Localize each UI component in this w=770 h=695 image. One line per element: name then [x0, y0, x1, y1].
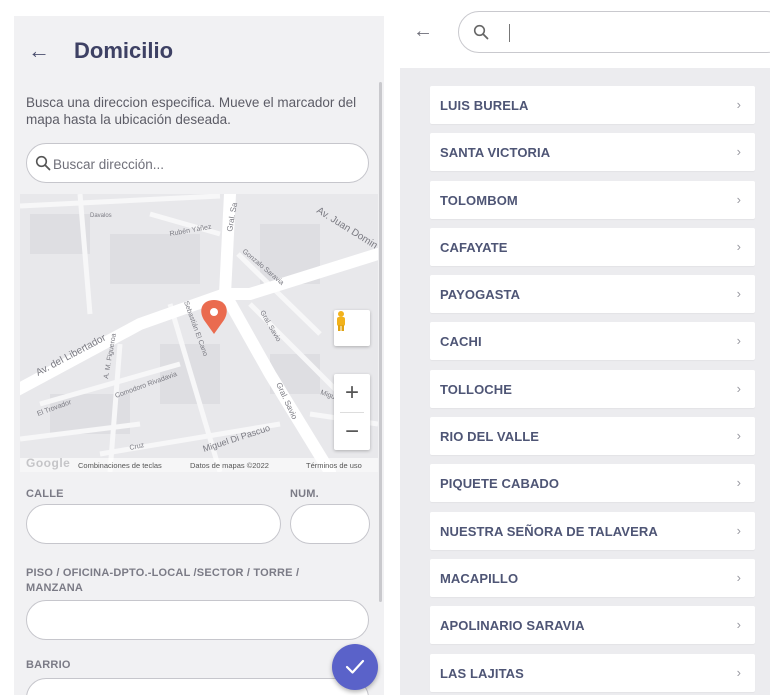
- list-item-label: SANTA VICTORIA: [440, 145, 551, 161]
- chevron-right-icon: ›: [736, 333, 741, 349]
- list-item[interactable]: PIQUETE CABADO ›: [430, 464, 755, 503]
- list-item[interactable]: PAYOGASTA ›: [430, 275, 755, 314]
- list-item-label: RIO DEL VALLE: [440, 429, 540, 445]
- list-item-label: PIQUETE CABADO: [440, 476, 560, 492]
- list-item-label: TOLOMBOM: [440, 192, 518, 208]
- chevron-right-icon: ›: [736, 428, 741, 444]
- map-view[interactable]: Av. del Libertador Av. Juan Domin Rubén …: [20, 194, 378, 472]
- map-roads: Av. del Libertador Av. Juan Domin Rubén …: [20, 194, 378, 472]
- map-attribution: Combinaciones de teclas Datos de mapas ©…: [20, 458, 378, 472]
- list-item[interactable]: CACHI ›: [430, 322, 755, 361]
- calle-input[interactable]: [26, 504, 281, 544]
- num-input[interactable]: [290, 504, 370, 544]
- list-item[interactable]: CAFAYATE ›: [430, 227, 755, 266]
- chevron-right-icon: ›: [736, 522, 741, 538]
- scrollbar[interactable]: [379, 82, 382, 602]
- list-item-label: LUIS BURELA: [440, 98, 529, 113]
- locality-list-panel: ← LUIS BURELA › SANTA VICTORIA › TOLOMBOM › CA…: [400, 0, 770, 695]
- list-item[interactable]: SANTA VICTORIA ›: [430, 133, 755, 172]
- piso-input[interactable]: [26, 600, 369, 640]
- street-view-button[interactable]: [334, 310, 370, 346]
- confirm-button[interactable]: [332, 644, 378, 690]
- keyboard-shortcuts-link[interactable]: Combinaciones de teclas: [78, 461, 162, 470]
- chevron-right-icon: ›: [736, 380, 741, 396]
- piso-label: PISO / OFICINA-DPTO.-LOCAL /SECTOR / TOR…: [26, 567, 300, 594]
- chevron-right-icon: ›: [736, 191, 741, 207]
- search-header: ←: [400, 0, 770, 68]
- list-item-label: LAS LAJITAS: [440, 665, 524, 681]
- list-item-label: APOLINARIO SARAVIA: [440, 618, 585, 634]
- search-icon: [473, 24, 489, 40]
- chevron-right-icon: ›: [736, 475, 741, 491]
- chevron-right-icon: ›: [736, 617, 741, 633]
- barrio-label: BARRIO: [26, 659, 71, 671]
- back-arrow-icon[interactable]: ←: [24, 36, 54, 66]
- check-icon: [345, 659, 365, 674]
- list-item-label: MACAPILLO: [440, 570, 519, 586]
- barrio-input[interactable]: [26, 678, 369, 695]
- list-item[interactable]: LUIS BURELA ›: [430, 86, 755, 124]
- locality-list: LUIS BURELA › SANTA VICTORIA › TOLOMBOM › CAFA…: [430, 86, 755, 695]
- list-item[interactable]: TOLLOCHE ›: [430, 369, 755, 408]
- calle-label: CALLE: [26, 488, 64, 500]
- list-item-label: CACHI: [440, 334, 482, 350]
- address-search-input[interactable]: [53, 152, 353, 176]
- street-view-icon: [337, 311, 345, 331]
- chevron-right-icon: ›: [736, 569, 741, 585]
- locality-search-field[interactable]: [458, 11, 770, 53]
- street-label: Davalos: [90, 213, 112, 219]
- chevron-right-icon: ›: [736, 97, 741, 112]
- list-item-label: PAYOGASTA: [440, 287, 521, 303]
- zoom-controls: + −: [334, 374, 370, 450]
- search-icon: [35, 155, 51, 171]
- map-data-text: Datos de mapas ©2022: [190, 461, 269, 470]
- list-item[interactable]: RIO DEL VALLE ›: [430, 417, 755, 456]
- back-arrow-icon[interactable]: ←: [410, 18, 436, 44]
- terms-link[interactable]: Términos de uso: [306, 461, 362, 470]
- chevron-right-icon: ›: [736, 664, 741, 680]
- num-label: NUM.: [290, 488, 319, 500]
- instructions-text: Busca una direccion especifica. Mueve el…: [26, 95, 357, 127]
- list-item[interactable]: TOLOMBOM ›: [430, 180, 755, 219]
- list-item[interactable]: LAS LAJITAS ›: [430, 653, 755, 692]
- page-title: Domicilio: [74, 38, 174, 63]
- list-item-label: TOLLOCHE: [440, 381, 513, 397]
- text-cursor: [509, 24, 510, 42]
- address-search-field[interactable]: [26, 143, 369, 183]
- list-item-label: CAFAYATE: [440, 239, 508, 255]
- chevron-right-icon: ›: [736, 286, 741, 302]
- chevron-right-icon: ›: [736, 238, 741, 254]
- list-item[interactable]: MACAPILLO ›: [430, 558, 755, 597]
- chevron-right-icon: ›: [736, 144, 741, 160]
- zoom-in-button[interactable]: +: [334, 374, 370, 412]
- address-form-panel: ← Domicilio Busca una direccion especifi…: [14, 16, 384, 695]
- list-item[interactable]: APOLINARIO SARAVIA ›: [430, 606, 755, 645]
- zoom-out-button[interactable]: −: [334, 413, 370, 451]
- list-item-label: NUESTRA SEÑORA DE TALAVERA: [440, 523, 658, 539]
- list-item[interactable]: NUESTRA SEÑORA DE TALAVERA ›: [430, 511, 755, 550]
- google-logo: Google: [26, 456, 71, 470]
- screen: ← Domicilio Busca una direccion especifi…: [0, 0, 770, 695]
